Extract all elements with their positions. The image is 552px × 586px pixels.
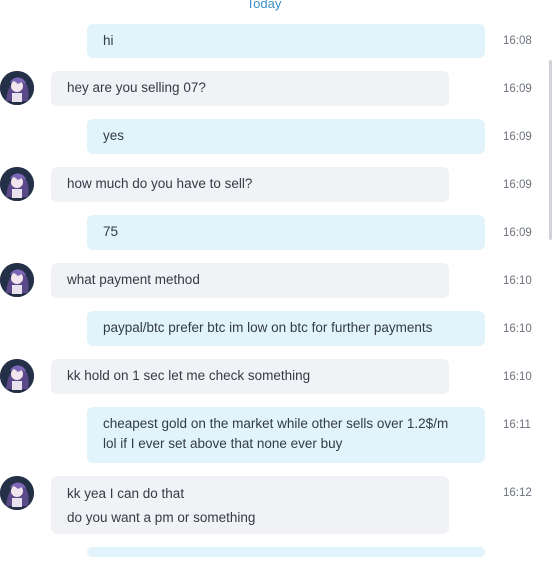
message-timestamp: 16:10: [503, 323, 532, 335]
message-text: yes: [103, 128, 125, 143]
message-bubble-incoming[interactable]: kk yea I can do that do you want a pm or…: [51, 476, 449, 534]
message-bubble-incoming[interactable]: how much do you have to sell?: [51, 167, 449, 202]
message-timestamp: 16:09: [503, 131, 532, 143]
message-bubble-outgoing[interactable]: hi: [87, 24, 485, 58]
message-timestamp: 16:12: [503, 487, 532, 499]
avatar-icon[interactable]: [0, 167, 34, 201]
message-bubble-outgoing[interactable]: paypal/btc prefer btc im low on btc for …: [87, 311, 485, 346]
message-text: hi: [103, 33, 114, 48]
message-text: kk yea I can do that: [67, 486, 185, 501]
day-separator: Today: [246, 0, 282, 11]
message-text: hey are you selling 07?: [67, 80, 206, 95]
message-timestamp: 16:09: [503, 179, 532, 191]
message-text: cheapest gold on the market while other …: [103, 416, 449, 431]
message-bubble-incoming[interactable]: kk hold on 1 sec let me check something: [51, 359, 449, 394]
message-timestamp: 16:10: [503, 371, 532, 383]
message-timestamp: 16:09: [503, 227, 532, 239]
avatar-icon[interactable]: [0, 71, 34, 105]
message-bubble-incoming[interactable]: what payment method: [51, 263, 449, 298]
message-bubble-outgoing[interactable]: yes: [87, 119, 485, 154]
message-text: do you want a pm or something: [67, 510, 256, 525]
message-bubble-outgoing[interactable]: [87, 547, 485, 557]
message-text: paypal/btc prefer btc im low on btc for …: [103, 320, 433, 335]
message-bubble-outgoing[interactable]: 75: [87, 215, 485, 250]
message-text: 75: [103, 224, 119, 239]
avatar-icon[interactable]: [0, 359, 34, 393]
chat-conversation: Today hi 16:08 hey are you selling 07? 1…: [0, 0, 552, 586]
message-timestamp: 16:09: [503, 83, 532, 95]
message-bubble-outgoing[interactable]: cheapest gold on the market while other …: [87, 407, 485, 463]
avatar-icon[interactable]: [0, 263, 34, 297]
avatar-icon[interactable]: [0, 476, 34, 510]
message-bubble-incoming[interactable]: hey are you selling 07?: [51, 71, 449, 106]
message-text: lol if I ever set above that none ever b…: [103, 436, 343, 451]
message-timestamp: 16:08: [503, 35, 532, 47]
message-timestamp: 16:11: [503, 419, 531, 431]
message-text: what payment method: [67, 272, 200, 287]
message-timestamp: 16:10: [503, 275, 532, 287]
message-text: how much do you have to sell?: [67, 176, 253, 191]
message-text: kk hold on 1 sec let me check something: [67, 368, 311, 383]
